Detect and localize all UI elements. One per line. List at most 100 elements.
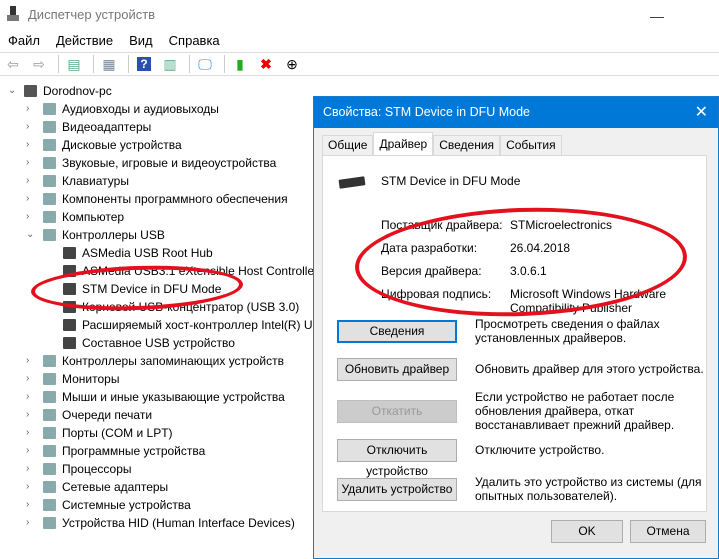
- uninstall-device-description: Удалить это устройство из системы (для о…: [475, 475, 702, 503]
- tab-events[interactable]: События: [500, 135, 562, 155]
- signer-value: Microsoft Windows Hardware Compatibility…: [510, 287, 667, 315]
- close-icon[interactable]: ✕: [695, 97, 708, 128]
- back-icon[interactable]: ⇦: [2, 54, 24, 74]
- chevron-down-icon[interactable]: ⌄: [26, 226, 36, 244]
- chevron-right-icon[interactable]: ›: [26, 388, 36, 406]
- tree-item-label: Компьютер: [62, 210, 125, 224]
- chevron-right-icon[interactable]: ›: [26, 352, 36, 370]
- device-name: STM Device in DFU Mode: [381, 174, 521, 188]
- device-category-icon: [43, 499, 56, 511]
- window-title: Диспетчер устройств: [28, 7, 156, 22]
- ok-button[interactable]: OK: [551, 520, 623, 543]
- chevron-right-icon[interactable]: ›: [26, 496, 36, 514]
- device-category-icon: [43, 211, 56, 223]
- update-driver-description: Обновить драйвер для этого устройства.: [475, 362, 704, 376]
- roll-back-description: Если устройство не работает после обновл…: [475, 390, 675, 432]
- chevron-right-icon[interactable]: ›: [26, 208, 36, 226]
- tree-item-label: ASMedia USB3.1 eXtensible Host Controlle…: [82, 264, 319, 278]
- menu-action[interactable]: Действие: [48, 32, 121, 52]
- usb-icon: [63, 337, 76, 349]
- scan-icon[interactable]: 🖵: [194, 54, 216, 74]
- roll-back-button: Откатить: [337, 400, 457, 423]
- tab-driver[interactable]: Драйвер: [373, 132, 434, 155]
- chevron-right-icon[interactable]: ›: [26, 190, 36, 208]
- details-button[interactable]: Сведения: [337, 320, 457, 343]
- download-icon[interactable]: ⊕: [281, 54, 303, 74]
- device-category-icon: [43, 427, 56, 439]
- tree-item-label: Порты (COM и LPT): [62, 426, 173, 440]
- device-category-icon: [43, 229, 56, 241]
- tree-item-label: Клавиатуры: [62, 174, 129, 188]
- chevron-right-icon[interactable]: ›: [26, 100, 36, 118]
- chevron-right-icon[interactable]: ›: [26, 172, 36, 190]
- chevron-right-icon[interactable]: ›: [26, 118, 36, 136]
- tree-item-label: Компоненты программного обеспечения: [62, 192, 288, 206]
- tab-details[interactable]: Сведения: [433, 135, 501, 155]
- tree-item-label: Программные устройства: [62, 444, 206, 458]
- chevron-right-icon[interactable]: ›: [26, 442, 36, 460]
- chevron-right-icon[interactable]: ›: [26, 370, 36, 388]
- chevron-right-icon[interactable]: ›: [26, 406, 36, 424]
- usb-icon: [63, 265, 76, 277]
- chevron-right-icon[interactable]: ›: [26, 154, 36, 172]
- view-icon[interactable]: ▥: [159, 54, 181, 74]
- version-value: 3.0.6.1: [510, 264, 547, 278]
- cancel-button[interactable]: Отмена: [630, 520, 706, 543]
- tab-bar: Общие Драйвер Сведения События: [322, 132, 562, 155]
- minimize-button[interactable]: —: [650, 8, 664, 24]
- uninstall-device-button[interactable]: Удалить устройство: [337, 478, 457, 501]
- forward-icon[interactable]: ⇨: [28, 54, 50, 74]
- chevron-right-icon[interactable]: ›: [26, 136, 36, 154]
- provider-label: Поставщик драйвера:: [381, 218, 503, 232]
- dialog-title: Свойства: STM Device in DFU Mode: [314, 97, 718, 128]
- menu-file[interactable]: Файл: [0, 32, 48, 52]
- tree-item-label: ASMedia USB Root Hub: [82, 246, 213, 260]
- tree-item-label: Звуковые, игровые и видеоустройства: [62, 156, 277, 170]
- usb-icon: [63, 283, 76, 295]
- menu-help[interactable]: Справка: [161, 32, 228, 52]
- device-category-icon: [43, 463, 56, 475]
- tree-item-label: Видеоадаптеры: [62, 120, 152, 134]
- title-bar: Диспетчер устройств —: [0, 0, 719, 30]
- chevron-right-icon[interactable]: ›: [26, 478, 36, 496]
- tree-item-label: Контроллеры USB: [62, 228, 165, 242]
- tree-item-label: Процессоры: [62, 462, 132, 476]
- chevron-right-icon[interactable]: ›: [26, 514, 36, 532]
- device-category-icon: [43, 355, 56, 367]
- tree-item-label: Расширяемый хост-контроллер Intel(R) U: [82, 318, 313, 332]
- chevron-right-icon[interactable]: ›: [26, 460, 36, 478]
- device-category-icon: [43, 373, 56, 385]
- menu-bar: Файл Действие Вид Справка: [0, 32, 228, 52]
- device-category-icon: [43, 517, 56, 529]
- console-icon[interactable]: ▦: [98, 54, 120, 74]
- disable-device-button[interactable]: Отключить устройство: [337, 439, 457, 478]
- tab-general[interactable]: Общие: [322, 135, 374, 155]
- chevron-right-icon[interactable]: ›: [26, 424, 36, 442]
- help-icon[interactable]: ?: [133, 54, 155, 74]
- menu-view[interactable]: Вид: [121, 32, 161, 52]
- date-label: Дата разработки:: [381, 241, 478, 255]
- device-category-icon: [43, 391, 56, 403]
- tree-item-label: Аудиовходы и аудиовыходы: [62, 102, 219, 116]
- computer-icon: [24, 85, 37, 97]
- tree-root-label: Dorodnov-pc: [43, 84, 112, 98]
- tree-item-label: STM Device in DFU Mode: [82, 282, 222, 296]
- uninstall-icon[interactable]: ✖: [255, 54, 277, 74]
- properties-icon[interactable]: ▤: [63, 54, 85, 74]
- usb-icon: [63, 319, 76, 331]
- tree-item-label: Контроллеры запоминающих устройств: [62, 354, 284, 368]
- device-category-icon: [43, 103, 56, 115]
- device-category-icon: [43, 121, 56, 133]
- device-category-icon: [43, 157, 56, 169]
- details-description: Просмотреть сведения о файлах установлен…: [475, 317, 660, 345]
- device-category-icon: [43, 445, 56, 457]
- tree-item-label: Мыши и иные указывающие устройства: [62, 390, 285, 404]
- device-category-icon: [43, 139, 56, 151]
- chevron-down-icon[interactable]: ⌄: [8, 82, 18, 100]
- driver-pane: STM Device in DFU Mode Поставщик драйвер…: [322, 155, 707, 512]
- device-category-icon: [43, 175, 56, 187]
- update-driver-button[interactable]: Обновить драйвер: [337, 358, 457, 381]
- update-driver-icon[interactable]: ▮: [229, 54, 251, 74]
- device-category-icon: [43, 409, 56, 421]
- date-value: 26.04.2018: [510, 241, 571, 255]
